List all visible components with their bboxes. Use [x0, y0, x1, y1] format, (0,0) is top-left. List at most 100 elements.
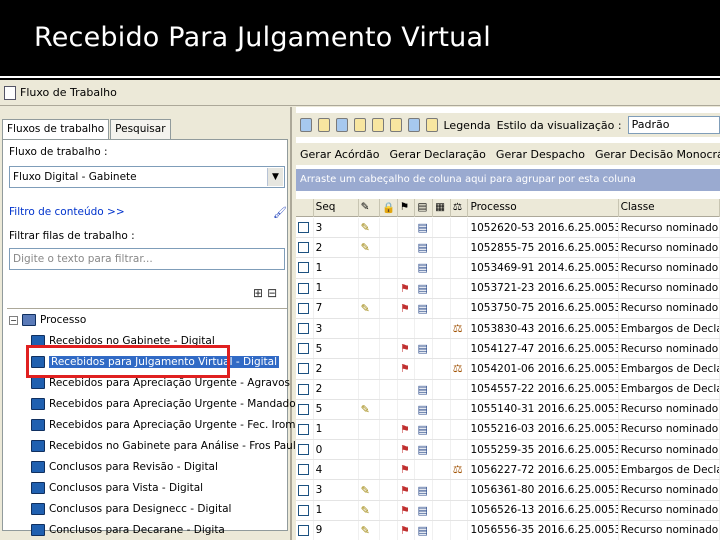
tree-item[interactable]: Conclusos para Designecc - Digital — [31, 500, 231, 518]
row-checkbox-cell[interactable] — [296, 500, 314, 520]
row-checkbox[interactable] — [298, 464, 309, 476]
document-icon: ▤ — [415, 480, 434, 500]
row-checkbox-cell[interactable] — [296, 339, 314, 359]
table-row[interactable]: 0 ⚑ ▤ 1055259-35 2016.6.25.0053 Recurso nomi… — [296, 440, 720, 461]
tree-item[interactable]: Conclusos para Revisão - Digital — [31, 458, 218, 476]
table-row[interactable]: 5 ⚑ ▤ 1054127-47 2016.6.25.0053 Recurso nomi… — [296, 339, 720, 360]
table-row[interactable]: 5 ✎ ▤ 1055140-31 2016.6.25.0053 Recurso nomi… — [296, 399, 720, 420]
refresh-icon[interactable] — [300, 118, 312, 132]
content-filter-link[interactable]: Filtro de conteúdo >> — [9, 206, 125, 218]
row-checkbox-cell[interactable] — [296, 298, 314, 318]
row-checkbox[interactable] — [298, 524, 309, 536]
group-by-area[interactable]: Arraste um cabeçalho de coluna aqui para… — [296, 169, 720, 191]
legend-button[interactable]: Legenda — [444, 119, 491, 132]
print-icon[interactable] — [407, 118, 420, 132]
row-checkbox[interactable] — [298, 383, 309, 395]
collapse-tree-icon[interactable]: ⊟ — [267, 286, 281, 300]
row-checkbox[interactable] — [298, 423, 309, 435]
column-lock-icon[interactable]: 🔒 — [380, 199, 398, 217]
tree-root[interactable]: − Processo — [9, 311, 86, 329]
tree-item[interactable]: Conclusos para Decarane - Digita — [31, 521, 225, 539]
row-checkbox-cell[interactable] — [296, 440, 314, 460]
gerar-acordao-button[interactable]: Gerar Acórdão — [300, 148, 379, 161]
table-row[interactable]: 1 ⚑ ▤ 1053721-23 2016.6.25.0053 Recurso nomi… — [296, 278, 720, 299]
table-row[interactable]: 2 ▤ 1054557-22 2016.6.25.0053/50000Embargo… — [296, 379, 720, 400]
row-checkbox-cell[interactable] — [296, 419, 314, 440]
table-row[interactable]: 3 ✎ ⚑ ▤ 1056361-80 2016.6.25.0053 Recurso nom… — [296, 480, 720, 501]
row-checkbox[interactable] — [298, 484, 309, 496]
tab-workflows[interactable]: Fluxos de trabalho — [2, 119, 110, 140]
row-checkbox-cell[interactable] — [296, 460, 314, 480]
row-checkbox-cell[interactable] — [296, 258, 314, 278]
row-checkbox-cell[interactable] — [296, 480, 314, 500]
empty-cell — [380, 318, 398, 339]
column-doc-icon[interactable]: ▦ — [433, 199, 451, 217]
row-filter-input[interactable]: Digite o texto para filtrar... — [9, 248, 285, 270]
row-checkbox[interactable] — [298, 444, 309, 456]
row-checkbox[interactable] — [298, 302, 309, 314]
tree-item[interactable]: Recebidos para Apreciação Urgente - Fec.… — [31, 416, 323, 434]
row-checkbox[interactable] — [298, 242, 309, 254]
folder-open-icon[interactable] — [317, 118, 330, 132]
row-checkbox[interactable] — [298, 504, 309, 516]
row-checkbox-cell[interactable] — [296, 238, 314, 258]
table-row[interactable]: 2 ⚑ ⚖1054201-06 2016.6.25.0053/50000Embarg… — [296, 359, 720, 380]
table-row[interactable]: 2 ✎ ▤ 1052855-75 2016.6.25.0053 Recurso nomi… — [296, 238, 720, 259]
row-checkbox-cell[interactable] — [296, 379, 314, 399]
column-flag-icon[interactable]: ⚑ — [398, 199, 416, 217]
table-row[interactable]: 7 ✎ ⚑ ▤ 1053750-75 2016.6.25.0053 Recurso nom… — [296, 298, 720, 319]
document-icon: ▤ — [415, 520, 434, 540]
row-checkbox[interactable] — [298, 262, 309, 274]
column-gavel-icon[interactable]: ⚖ — [451, 199, 469, 217]
column-seq[interactable]: Seq — [314, 199, 359, 217]
row-checkbox-cell[interactable] — [296, 318, 314, 339]
table-row[interactable]: 3 ⚖1053830-43 2016.6.25.0053/50000Embargo… — [296, 318, 720, 340]
tree-view-icon[interactable] — [335, 118, 348, 132]
table-row[interactable]: 3 ✎ ▤ 1052620-53 2016.6.25.0053 Recurso nomi… — [296, 218, 720, 239]
table-row[interactable]: 9 ✎ ⚑ ▤ 1056556-35 2016.6.25.0053 Recurso nom… — [296, 520, 720, 540]
table-row[interactable]: 1 ▤ 1053469-91 2014.6.25.0053 Recurso nomin… — [296, 258, 720, 279]
gerar-declaracao-button[interactable]: Gerar Declaração — [389, 148, 485, 161]
column-processo[interactable]: Processo — [468, 199, 619, 217]
document-icon: ▤ — [415, 258, 434, 278]
gerar-decisao-button[interactable]: Gerar Decisão Monocrá — [595, 148, 720, 161]
grid-body: 3 ✎ ▤ 1052620-53 2016.6.25.0053 Recurso nomi… — [296, 218, 720, 540]
paste-icon[interactable] — [389, 118, 402, 132]
select-all-checkbox[interactable] — [296, 199, 314, 217]
table-row[interactable]: 1 ⚑ ▤ 1055216-03 2016.6.25.0053 Recurso nomi… — [296, 419, 720, 441]
column-note-icon[interactable]: ▤ — [415, 199, 434, 217]
empty-cell — [451, 339, 469, 359]
gerar-despacho-button[interactable]: Gerar Despacho — [496, 148, 585, 161]
style-select[interactable]: Padrão — [627, 116, 720, 134]
collapse-icon[interactable]: − — [9, 315, 18, 325]
row-checkbox-cell[interactable] — [296, 359, 314, 379]
table-row[interactable]: 1 ✎ ⚑ ▤ 1056526-13 2016.6.25.0053 Recurso nom… — [296, 500, 720, 521]
chevron-down-icon[interactable]: ▼ — [267, 168, 283, 186]
table-row[interactable]: 4 ⚑ ⚖1056227-72 2016.6.25.0053/50000Embarg… — [296, 460, 720, 481]
highlight-box — [26, 345, 230, 378]
checklist-icon[interactable] — [353, 118, 366, 132]
tab-search[interactable]: Pesquisar — [110, 119, 171, 139]
workflow-select[interactable]: Fluxo Digital - Gabinete ▼ — [9, 166, 285, 188]
tree-item[interactable]: Recebidos no Gabinete para Análise - Fro… — [31, 437, 321, 455]
copy-icon[interactable] — [371, 118, 384, 132]
lock-icon[interactable] — [425, 118, 438, 132]
cell-processo: 1054127-47 2016.6.25.0053 — [468, 339, 619, 359]
tree-item[interactable]: Conclusos para Vista - Digital — [31, 479, 203, 497]
tree-item[interactable]: Recebidos para Apreciação Urgente - Mand… — [31, 395, 301, 413]
row-checkbox-cell[interactable] — [296, 520, 314, 540]
column-classe[interactable]: Classe — [619, 199, 720, 217]
row-checkbox-cell[interactable] — [296, 399, 314, 419]
cell-processo: 1056227-72 2016.6.25.0053/50000 — [468, 460, 619, 480]
column-pen-icon[interactable]: ✎ — [359, 199, 381, 217]
clear-filter-icon[interactable]: 🖌 — [273, 206, 287, 219]
row-checkbox[interactable] — [298, 363, 309, 375]
row-checkbox-cell[interactable] — [296, 278, 314, 298]
row-checkbox-cell[interactable] — [296, 218, 314, 238]
row-checkbox[interactable] — [298, 403, 309, 415]
row-checkbox[interactable] — [298, 222, 309, 234]
expand-tree-icon[interactable]: ⊞ — [253, 286, 267, 300]
row-checkbox[interactable] — [298, 282, 309, 294]
row-checkbox[interactable] — [298, 323, 309, 335]
row-checkbox[interactable] — [298, 343, 309, 355]
